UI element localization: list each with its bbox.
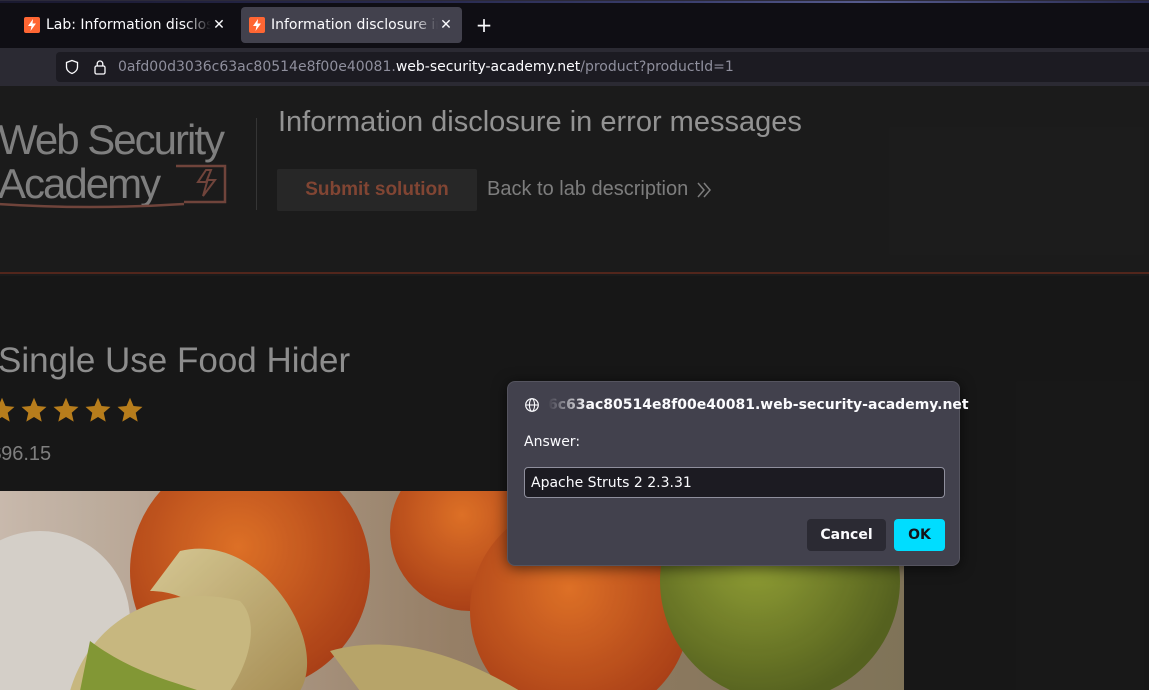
tracking-shield-icon[interactable]: [64, 59, 80, 75]
nav-bar: 0afd00d3036c63ac80514e8f00e40081.web-sec…: [0, 48, 1149, 86]
globe-icon: [525, 398, 539, 412]
web-page: Web Security Academy Information disclos…: [0, 86, 1149, 690]
tab-strip: Lab: Information disclosure in error mes…: [0, 0, 1149, 48]
tab-close-icon[interactable]: ✕: [211, 17, 227, 33]
tab-title: Information disclosure in error messages: [271, 17, 438, 33]
prompt-dialog: 6c63ac80514e8f00e40081.web-security-acad…: [507, 381, 969, 566]
lock-icon[interactable]: [92, 59, 108, 75]
dialog-origin-text: 6c63ac80514e8f00e40081.web-security-acad…: [548, 397, 969, 413]
answer-input[interactable]: [524, 467, 945, 498]
lab-favicon-icon: [24, 17, 40, 33]
tab-product[interactable]: Information disclosure in error messages…: [241, 7, 462, 43]
cancel-button[interactable]: Cancel: [807, 519, 886, 551]
new-tab-button[interactable]: +: [472, 11, 496, 39]
dialog-origin: 6c63ac80514e8f00e40081.web-security-acad…: [524, 397, 969, 413]
lab-favicon-icon: [249, 17, 265, 33]
url-host: web-security-academy.net: [395, 59, 581, 75]
url-prefix: 0afd00d3036c63ac80514e8f00e40081.: [118, 59, 396, 75]
url-path: /product?productId=1: [580, 59, 734, 75]
address-bar[interactable]: 0afd00d3036c63ac80514e8f00e40081.web-sec…: [56, 52, 1149, 82]
tab-close-icon[interactable]: ✕: [438, 17, 454, 33]
tab-title: Lab: Information disclosure in error mes…: [46, 17, 211, 33]
ok-button[interactable]: OK: [894, 519, 945, 551]
tabbar-accent: [0, 1, 1149, 3]
url-text: 0afd00d3036c63ac80514e8f00e40081.web-sec…: [118, 59, 734, 75]
answer-label: Answer:: [524, 434, 581, 450]
tab-lab[interactable]: Lab: Information disclosure in error mes…: [16, 7, 235, 43]
